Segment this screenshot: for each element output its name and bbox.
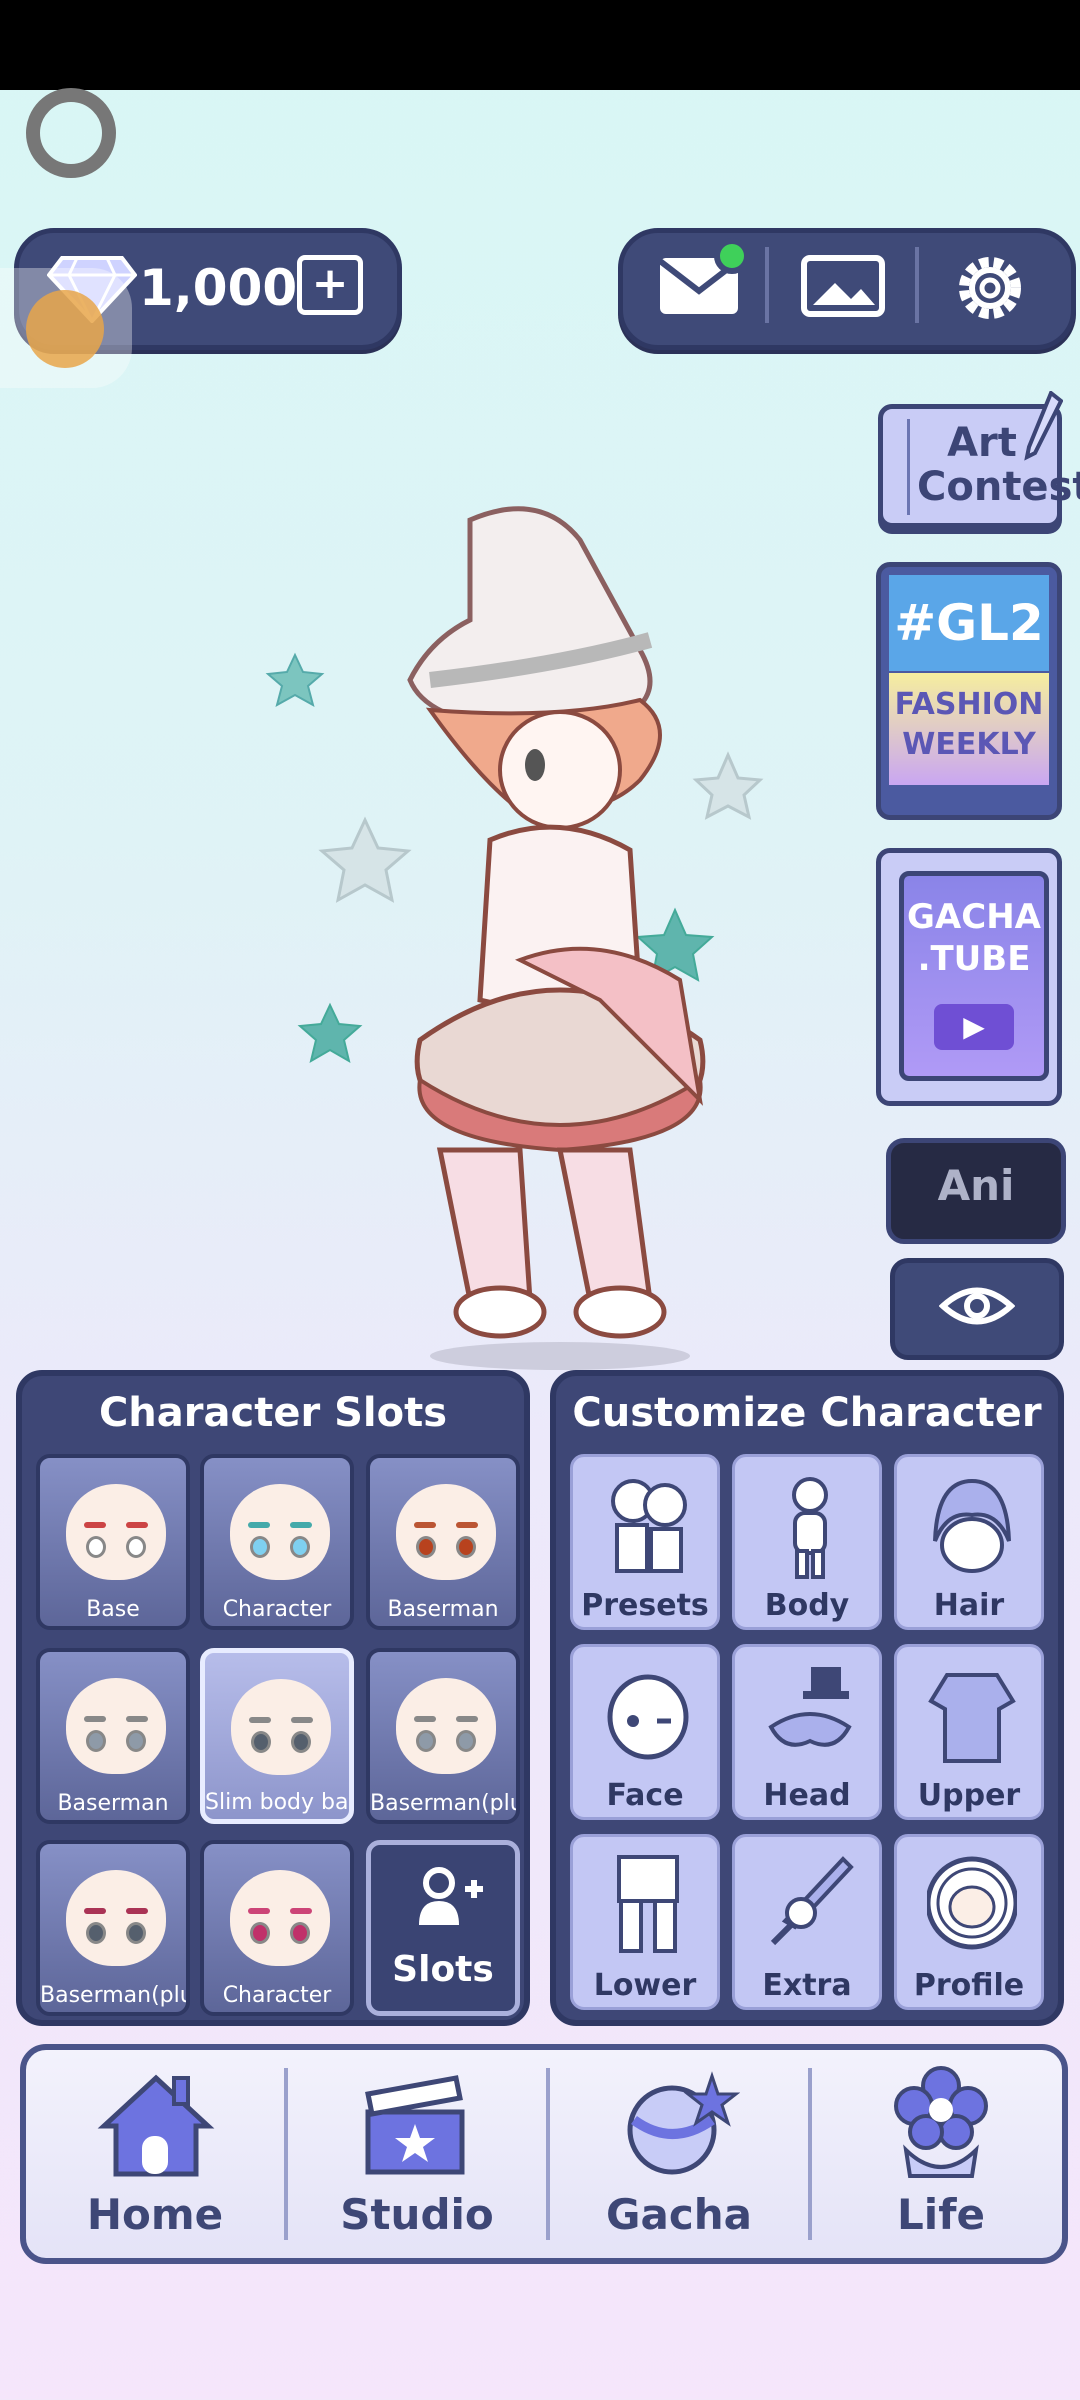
body-icon — [792, 1477, 828, 1579]
ani-button[interactable]: Ani — [886, 1138, 1066, 1244]
extra-icon — [770, 1856, 854, 1946]
visibility-button[interactable] — [890, 1258, 1064, 1360]
nav-life[interactable]: Life — [812, 2050, 1070, 2258]
slot-label: Baserman(plu — [370, 1791, 516, 1816]
nav-home-label: Home — [86, 2190, 224, 2239]
customize-presets-button[interactable]: Presets — [570, 1454, 720, 1630]
gear-icon[interactable] — [953, 251, 1027, 325]
top-toolbar — [618, 228, 1076, 350]
gl2-fashion-weekly-button[interactable]: #GL2 FASHION WEEKLY — [876, 562, 1062, 820]
slot-label: Base — [86, 1597, 140, 1622]
customize-label: Head — [763, 1778, 851, 1813]
customize-character-title: Customize Character — [572, 1390, 1042, 1436]
nav-studio[interactable]: Studio — [288, 2050, 546, 2258]
character-face-icon — [66, 1870, 166, 1966]
nav-life-label: Life — [897, 2190, 985, 2239]
nav-gacha-label: Gacha — [606, 2190, 752, 2239]
customize-label: Presets — [581, 1588, 709, 1623]
character-slot[interactable]: Baserman — [36, 1648, 190, 1824]
presets-icon — [611, 1479, 687, 1573]
upper-icon — [928, 1673, 1016, 1763]
gacha-capsule-icon — [627, 2071, 740, 2175]
customize-character-panel: Customize Character Presets Body Hair Face H… — [550, 1370, 1064, 2026]
slot-label: Baserman(plu — [40, 1983, 186, 2008]
loading-ring-icon — [26, 88, 116, 178]
character-face-icon — [231, 1679, 331, 1775]
add-slots-label: Slots — [392, 1949, 494, 1990]
fashion-weekly-label: FASHION WEEKLY — [889, 673, 1049, 785]
status-bar — [0, 0, 1080, 90]
customize-label: Profile — [913, 1968, 1025, 2003]
customize-label: Extra — [762, 1968, 852, 2003]
customize-extra-button[interactable]: Extra — [732, 1834, 882, 2010]
character-slot[interactable]: Baserman(plu — [366, 1648, 520, 1824]
customize-label: Body — [764, 1588, 850, 1623]
character-face-icon — [396, 1484, 496, 1580]
character-face-icon — [396, 1678, 496, 1774]
gem-count: 1,000 — [139, 259, 298, 317]
character-slot[interactable]: Character — [200, 1454, 354, 1630]
gacha-tube-button[interactable]: GACHA .TUBE ▶ — [876, 848, 1062, 1106]
customize-body-button[interactable]: Body — [732, 1454, 882, 1630]
slot-label: Slim body bas — [205, 1790, 349, 1815]
character-face-icon — [66, 1678, 166, 1774]
character-face-icon — [230, 1870, 330, 1966]
nav-gacha[interactable]: Gacha — [550, 2050, 808, 2258]
character-preview[interactable] — [0, 480, 860, 1380]
slot-label: Character — [222, 1983, 332, 2008]
head-icon — [768, 1667, 852, 1747]
character-slot[interactable]: Baserman(plu — [36, 1840, 190, 2016]
customize-label: Hair — [933, 1588, 1005, 1623]
flower-icon — [894, 2066, 988, 2178]
slot-label: Baserman — [57, 1791, 169, 1816]
character-slots-panel: Character Slots Base Character Baserman Bas… — [16, 1370, 530, 2026]
character-face-icon — [66, 1484, 166, 1580]
slot-label: Baserman — [387, 1597, 499, 1622]
customize-face-button[interactable]: Face — [570, 1644, 720, 1820]
customize-head-button[interactable]: Head — [732, 1644, 882, 1820]
notification-dot — [714, 238, 750, 274]
slot-label: Character — [222, 1597, 332, 1622]
customize-label: Face — [606, 1778, 684, 1813]
customize-hair-button[interactable]: Hair — [894, 1454, 1044, 1630]
lower-icon — [617, 1855, 679, 1953]
gacha-tube-label: GACHA .TUBE — [907, 897, 1041, 979]
nav-studio-label: Studio — [340, 2190, 494, 2239]
house-icon — [97, 2074, 215, 2177]
character-face-icon — [230, 1484, 330, 1580]
customize-lower-button[interactable]: Lower — [570, 1834, 720, 2010]
floating-assist-button[interactable] — [0, 268, 132, 388]
add-slots-button[interactable]: Slots — [366, 1840, 520, 2016]
art-contest-button[interactable]: Art Contest — [878, 391, 1080, 528]
nav-home[interactable]: Home — [26, 2050, 284, 2258]
character-slot[interactable]: Slim body bas — [200, 1648, 354, 1824]
add-gems-button[interactable]: + — [297, 255, 363, 315]
profile-icon — [927, 1856, 1017, 1950]
clapperboard-icon — [365, 2075, 465, 2175]
customize-profile-button[interactable]: Profile — [894, 1834, 1044, 2010]
pencil-icon — [1024, 391, 1063, 461]
character-slots-title: Character Slots — [98, 1390, 448, 1436]
customize-upper-button[interactable]: Upper — [894, 1644, 1044, 1820]
eye-icon — [939, 1287, 1015, 1325]
customize-label: Upper — [917, 1778, 1021, 1813]
hair-icon — [933, 1478, 1011, 1573]
play-icon: ▶ — [934, 1004, 1014, 1050]
character-slot[interactable]: Character — [200, 1840, 354, 2016]
gallery-icon[interactable] — [801, 255, 885, 317]
add-user-icon — [419, 1867, 483, 1925]
gl2-tag: #GL2 — [889, 575, 1049, 671]
character-slot[interactable]: Base — [36, 1454, 190, 1630]
customize-label: Lower — [593, 1968, 697, 2003]
face-icon — [607, 1674, 689, 1760]
bottom-navigation: Home Studio Gacha Life — [20, 2044, 1068, 2264]
character-slot[interactable]: Baserman — [366, 1454, 520, 1630]
